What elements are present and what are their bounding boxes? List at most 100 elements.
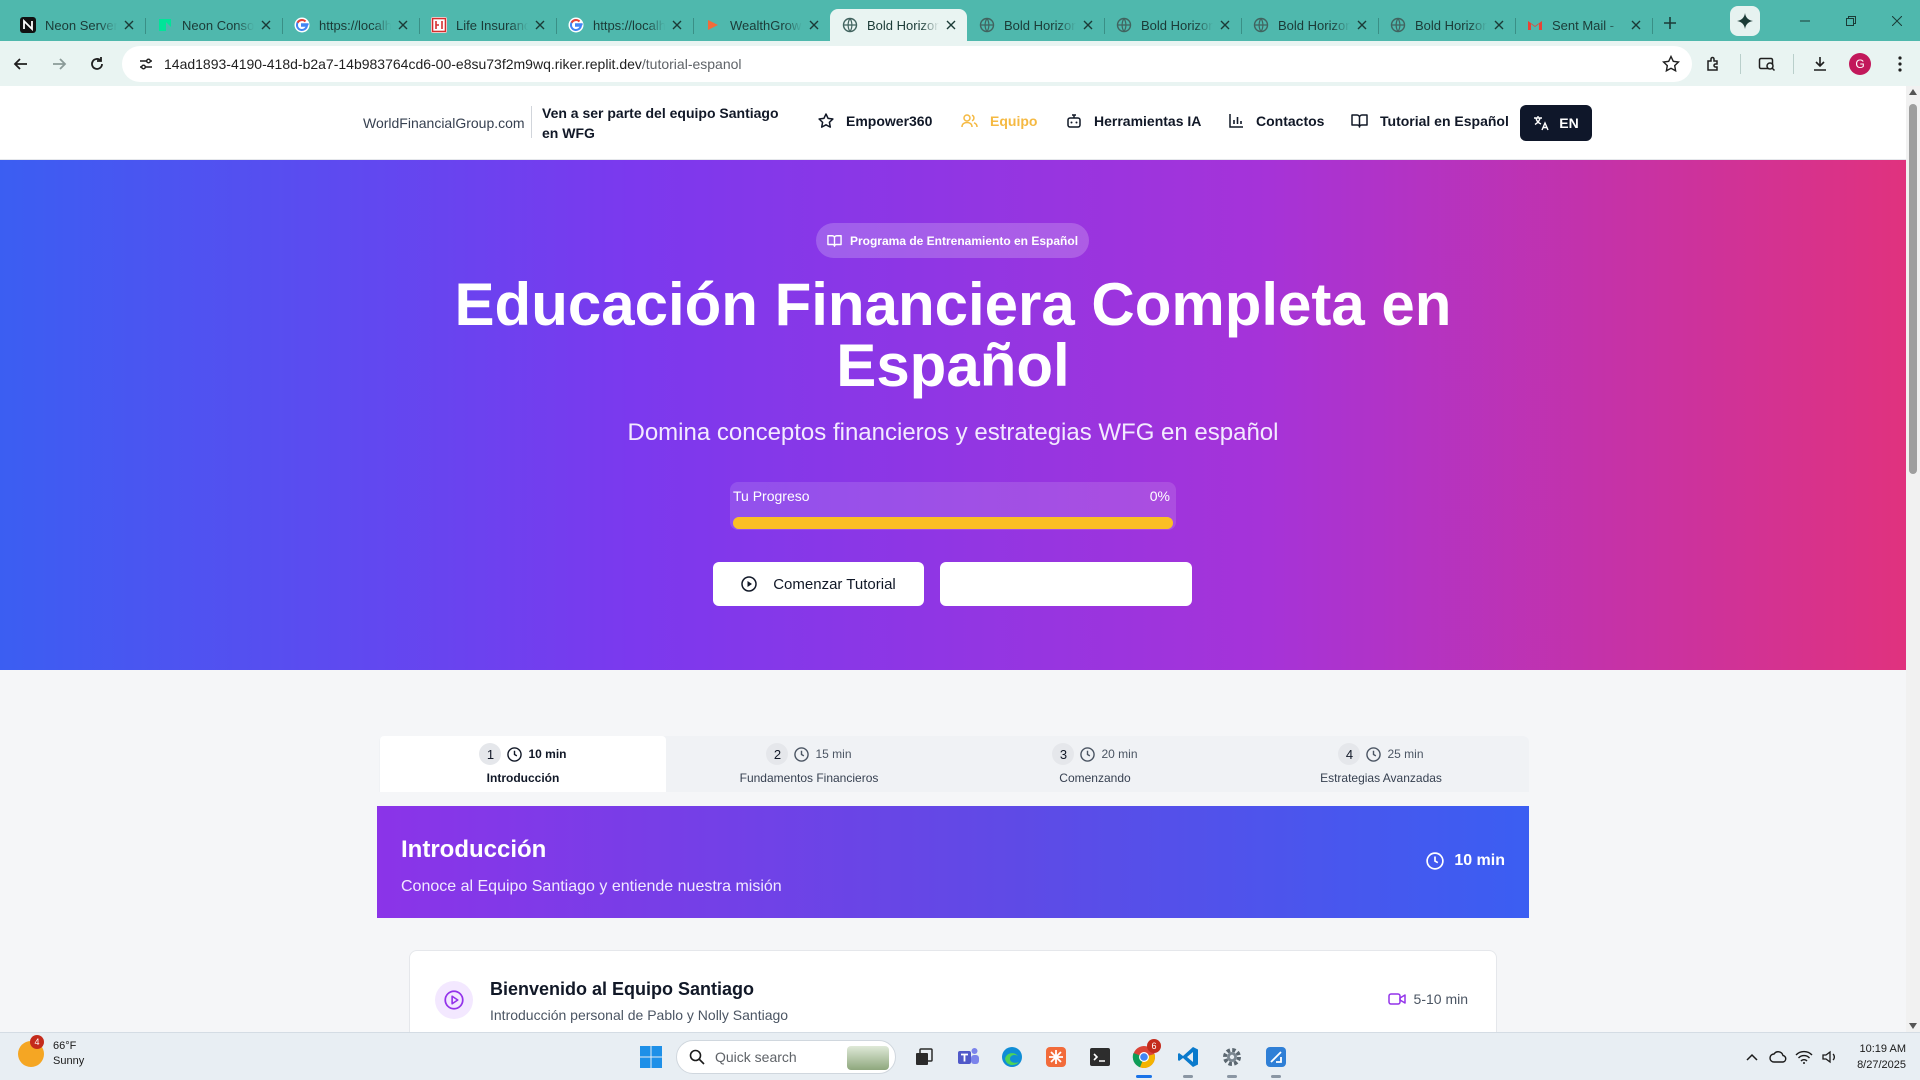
site-info-icon[interactable] — [128, 56, 164, 72]
lesson-card[interactable]: Bienvenido al Equipo Santiago Introducci… — [409, 950, 1497, 1032]
globe-icon — [1253, 17, 1269, 33]
close-tab-icon[interactable] — [669, 17, 685, 33]
nav-item-label: Tutorial en Español — [1380, 113, 1509, 129]
play-circle-icon[interactable] — [435, 981, 473, 1019]
language-toggle-button[interactable]: EN — [1520, 105, 1592, 141]
running-indicator — [1183, 1075, 1193, 1078]
browser-tab[interactable]: Neon Serverless — [8, 9, 146, 41]
restore-button[interactable] — [1828, 0, 1874, 41]
close-tab-icon[interactable] — [806, 17, 822, 33]
browser-tab[interactable]: WealthGrow — [693, 9, 831, 41]
google-g-icon — [568, 17, 584, 33]
cloud-icon — [1769, 1051, 1787, 1063]
volume-button[interactable] — [1817, 1042, 1843, 1072]
badge-label: Programa de Entrenamiento en Español — [849, 233, 1079, 248]
browser-tab[interactable]: Life Insurance — [419, 9, 557, 41]
browser-tab[interactable]: Bold Horizon — [967, 9, 1105, 41]
browser-tab[interactable]: Bold Horizon — [1378, 9, 1516, 41]
browser-tab[interactable]: Bold Horizon — [1241, 9, 1379, 41]
arrow-left-icon — [13, 57, 27, 70]
extensions-button[interactable] — [1694, 44, 1734, 84]
tab-separator — [1652, 18, 1653, 34]
tab-step-2[interactable]: 2 15 min Fundamentos Financieros — [666, 736, 952, 792]
browser-tab[interactable]: https://localhost — [556, 9, 694, 41]
terminal-button[interactable] — [1078, 1035, 1122, 1079]
start-tutorial-button[interactable]: Comenzar Tutorial — [713, 562, 924, 606]
vscode-button[interactable] — [1166, 1035, 1210, 1079]
page-scrollbar[interactable] — [1906, 86, 1920, 1032]
close-tab-icon[interactable] — [1491, 17, 1507, 33]
taskbar-search[interactable]: Quick search — [676, 1040, 896, 1074]
tab-step-3[interactable]: 3 20 min Comenzando — [952, 736, 1238, 792]
nav-item-contactos[interactable]: Contactos — [1228, 113, 1324, 129]
browser-tab[interactable]: Bold Horizon — [1104, 9, 1242, 41]
profile-button[interactable]: G — [1840, 44, 1880, 84]
teams-button[interactable] — [946, 1035, 990, 1079]
address-bar[interactable]: 14ad1893-4190-418d-b2a7-14b983764cd6-00-… — [122, 46, 1692, 82]
tab-title: WealthGrow — [730, 17, 802, 33]
steps-tablist: 1 10 min Introducción 2 15 min Fundamentos… — [379, 736, 1529, 792]
site-navbar: WorldFinancialGroup.com Ven a ser parte … — [0, 86, 1906, 160]
browser-tab[interactable]: Sent Mail - — [1515, 9, 1653, 41]
snipping-button[interactable] — [1254, 1035, 1298, 1079]
edge-button[interactable] — [990, 1035, 1034, 1079]
app-sparkle-button[interactable] — [1034, 1035, 1078, 1079]
clock[interactable]: 10:19 AM 8/27/2025 — [1857, 1041, 1906, 1073]
system-tray: 10:19 AM 8/27/2025 — [1739, 1038, 1906, 1076]
close-tab-icon[interactable] — [121, 17, 137, 33]
tab-step-4[interactable]: 4 25 min Estrategias Avanzadas — [1238, 736, 1524, 792]
bookmark-star-icon[interactable] — [1662, 55, 1680, 73]
wifi-button[interactable] — [1791, 1042, 1817, 1072]
task-view-button[interactable] — [902, 1035, 946, 1079]
window-controls — [1730, 0, 1920, 41]
star-icon — [818, 113, 834, 128]
close-window-button[interactable] — [1874, 0, 1920, 41]
menu-button[interactable] — [1880, 44, 1920, 84]
nav-item-equipo[interactable]: Equipo — [961, 113, 1037, 129]
wifi-icon — [1795, 1050, 1813, 1064]
tab-step-1[interactable]: 1 10 min Introducción — [380, 736, 666, 792]
cloud-sync-button[interactable] — [1765, 1042, 1791, 1072]
close-tab-icon[interactable] — [1217, 17, 1233, 33]
toolbar-right: G — [1694, 41, 1920, 86]
gemini-button[interactable] — [1730, 5, 1760, 36]
tab-search-button[interactable] — [1747, 44, 1787, 84]
scrollbar-thumb[interactable] — [1909, 104, 1917, 474]
start-button[interactable] — [632, 1038, 670, 1076]
new-tab-button[interactable] — [1656, 9, 1684, 37]
nav-tagline[interactable]: Ven a ser parte del equipo Santiago en W… — [542, 103, 792, 143]
chrome-button[interactable]: 6 — [1122, 1035, 1166, 1079]
step-name: Introducción — [486, 771, 560, 785]
forward-button[interactable] — [42, 47, 76, 81]
close-tab-icon[interactable] — [395, 17, 411, 33]
secondary-button[interactable] — [940, 562, 1192, 606]
minimize-button[interactable] — [1782, 0, 1828, 41]
reload-button[interactable] — [80, 47, 114, 81]
browser-tab[interactable]: Neon Console — [145, 9, 283, 41]
weather-widget[interactable]: 4 66°F Sunny — [18, 1035, 84, 1069]
taskbar-center: Quick search 6 — [632, 1035, 1298, 1079]
restore-icon — [1846, 15, 1856, 26]
back-button[interactable] — [4, 47, 38, 81]
browser-tab[interactable]: Bold Horizon — [830, 9, 967, 41]
close-tab-icon[interactable] — [1080, 17, 1096, 33]
settings-button[interactable] — [1210, 1035, 1254, 1079]
close-tab-icon[interactable] — [1628, 17, 1644, 33]
tab-title: Bold Horizon — [867, 17, 939, 33]
step-name: Estrategias Avanzadas — [1320, 771, 1442, 785]
close-tab-icon[interactable] — [532, 17, 548, 33]
section-duration: 10 min — [1426, 852, 1505, 870]
nav-item-herramientas-ia[interactable]: Herramientas IA — [1066, 113, 1201, 129]
nav-item-empower360[interactable]: Empower360 — [818, 113, 932, 129]
close-tab-icon[interactable] — [1354, 17, 1370, 33]
close-tab-icon[interactable] — [943, 17, 959, 33]
tray-overflow-button[interactable] — [1739, 1042, 1765, 1072]
weather-badge: 4 — [30, 1035, 44, 1049]
downloads-button[interactable] — [1800, 44, 1840, 84]
close-tab-icon[interactable] — [258, 17, 274, 33]
browser-tab[interactable]: https://localhost — [282, 9, 420, 41]
bar-chart-icon — [1229, 114, 1243, 128]
nav-item-tutorial[interactable]: Tutorial en Español — [1351, 113, 1509, 129]
nav-item-label: Empower360 — [846, 113, 933, 129]
site-link[interactable]: WorldFinancialGroup.com — [363, 115, 525, 131]
